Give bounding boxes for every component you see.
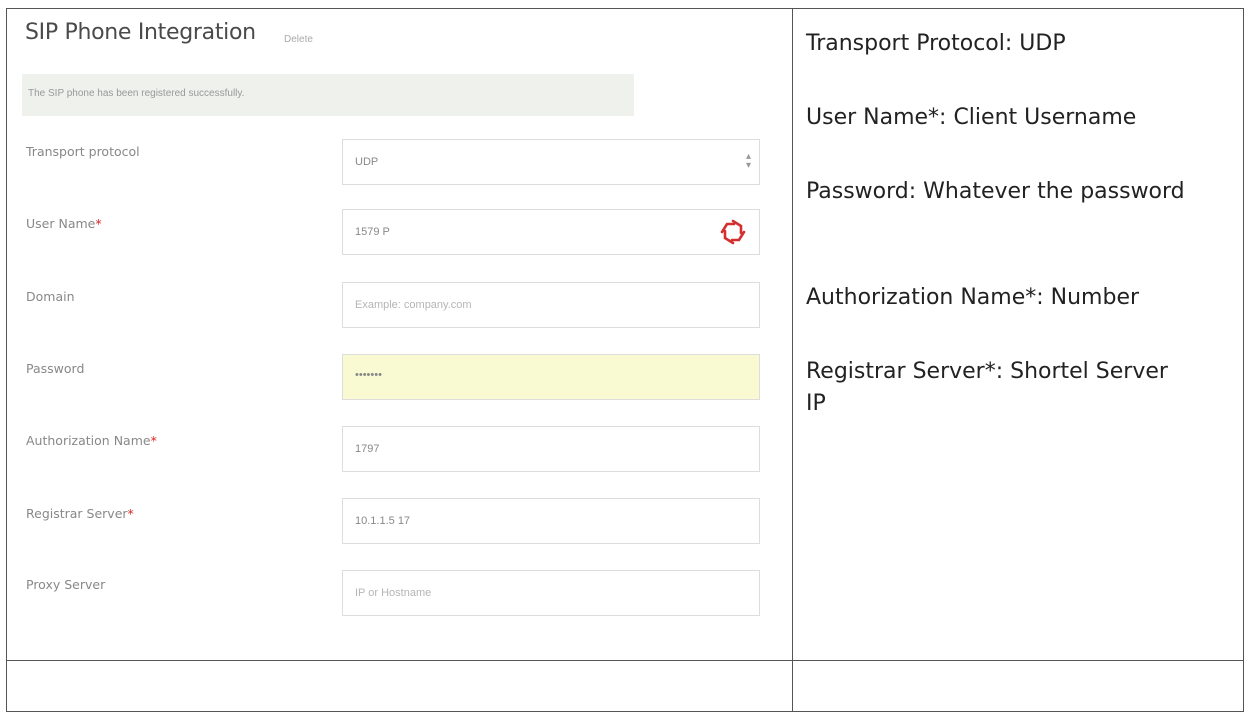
sip-settings-screenshot: SIP Phone Integration Delete The SIP pho… [0, 0, 793, 661]
page-title: SIP Phone Integration [25, 20, 256, 45]
note-registrar: Registrar Server*: Shortel Server IP [806, 359, 1168, 416]
user-name-value: 1579 P [355, 226, 390, 238]
table-border-right [1243, 8, 1244, 712]
required-marker: * [95, 216, 102, 231]
note-transport: Transport Protocol: UDP [806, 31, 1066, 56]
registrar-server-value: 10.1.1.5 17 [355, 515, 411, 527]
authorization-name-value: 1797 [355, 443, 380, 455]
authorization-name-input[interactable]: 1797 [342, 426, 760, 472]
domain-input[interactable]: Example: company.com [342, 282, 760, 328]
success-alert-text: The SIP phone has been registered succes… [28, 88, 245, 99]
transport-protocol-value: UDP [355, 156, 379, 168]
proxy-server-input[interactable]: IP or Hostname [342, 570, 760, 616]
required-marker: * [127, 506, 134, 521]
registrar-server-input[interactable]: 10.1.1.5 17 [342, 498, 760, 544]
domain-placeholder: Example: company.com [355, 299, 472, 311]
user-name-label: User Name* [26, 216, 102, 231]
required-marker: * [150, 433, 157, 448]
password-label: Password [26, 361, 85, 376]
note-password: Password: Whatever the password [806, 179, 1185, 204]
user-name-input[interactable]: 1579 P [342, 209, 760, 255]
note-username: User Name*: Client Username [806, 105, 1137, 130]
password-manager-icon[interactable] [719, 218, 747, 246]
registrar-server-label: Registrar Server* [26, 506, 134, 521]
proxy-server-label: Proxy Server [26, 577, 106, 592]
select-arrows-icon: ▴ ▾ [745, 151, 751, 171]
password-value: ••••••• [355, 369, 382, 381]
password-input[interactable]: ••••••• [342, 354, 760, 400]
table-border-bottom [6, 711, 1244, 712]
authorization-name-label: Authorization Name* [26, 433, 157, 448]
transport-protocol-label: Transport protocol [26, 144, 140, 159]
note-authorization: Authorization Name*: Number [806, 285, 1140, 310]
transport-protocol-select[interactable]: UDP ▴ ▾ [342, 139, 760, 185]
delete-link[interactable]: Delete [284, 34, 313, 45]
proxy-server-placeholder: IP or Hostname [355, 587, 432, 599]
domain-label: Domain [26, 289, 75, 304]
success-alert: The SIP phone has been registered succes… [22, 74, 634, 116]
